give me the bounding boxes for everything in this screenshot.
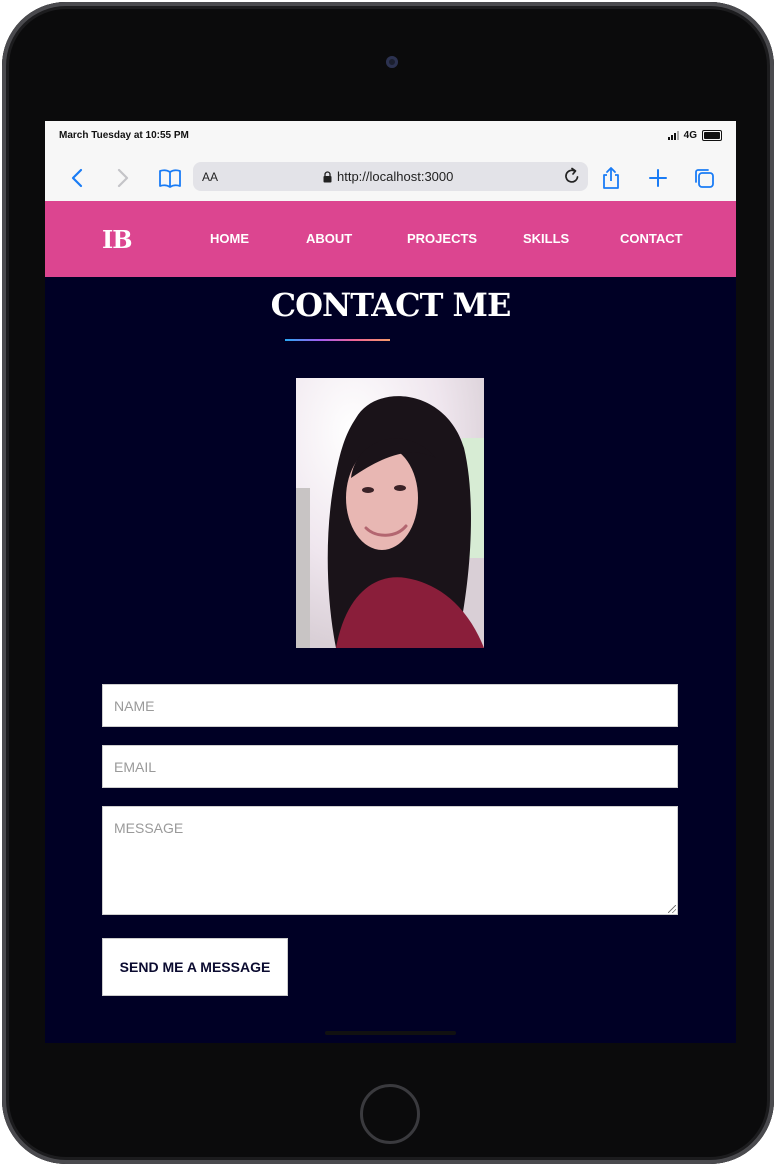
nav-contact[interactable]: CONTACT [620,231,683,246]
email-placeholder: EMAIL [114,759,157,775]
screen: March Tuesday at 10:55 PM 4G AA http://l… [45,121,736,1043]
nav-home[interactable]: HOME [210,231,249,246]
back-icon[interactable] [67,166,87,190]
reload-icon[interactable] [562,166,582,191]
status-bar: March Tuesday at 10:55 PM 4G [45,121,736,155]
tabs-icon[interactable] [693,166,715,190]
share-icon[interactable] [600,166,622,190]
status-indicators: 4G [667,130,722,141]
front-camera [386,56,398,68]
battery-icon [702,130,722,141]
page-title: CONTACT ME [270,286,512,324]
email-field[interactable]: EMAIL [102,745,678,788]
signal-icon [667,131,679,140]
resize-handle-icon[interactable] [668,905,676,913]
url-display: http://localhost:3000 [323,169,453,184]
home-button[interactable] [360,1084,420,1144]
nav-skills[interactable]: SKILLS [523,231,569,246]
message-placeholder: MESSAGE [114,820,184,836]
site-navbar: IB HOME ABOUT PROJECTS SKILLS CONTACT [45,201,736,277]
text-size-button[interactable]: AA [202,170,218,184]
forward-icon[interactable] [113,166,133,190]
url-text: http://localhost:3000 [337,169,454,184]
site-logo[interactable]: IB [102,225,132,254]
send-message-button[interactable]: SEND ME A MESSAGE [102,938,288,996]
home-indicator [325,1031,456,1035]
message-field[interactable]: MESSAGE [102,806,678,915]
lock-icon [323,170,332,182]
name-placeholder: NAME [114,698,155,714]
network-label: 4G [683,130,697,141]
nav-projects[interactable]: PROJECTS [407,231,477,246]
bookmarks-icon[interactable] [157,166,183,190]
browser-toolbar: AA http://localhost:3000 [45,155,736,202]
nav-about[interactable]: ABOUT [306,231,352,246]
name-field[interactable]: NAME [102,684,678,727]
new-tab-icon[interactable] [647,166,669,190]
address-bar[interactable]: AA http://localhost:3000 [193,162,588,191]
title-underline [285,339,390,341]
profile-photo [296,378,484,648]
status-time: March Tuesday at 10:55 PM [59,130,189,141]
